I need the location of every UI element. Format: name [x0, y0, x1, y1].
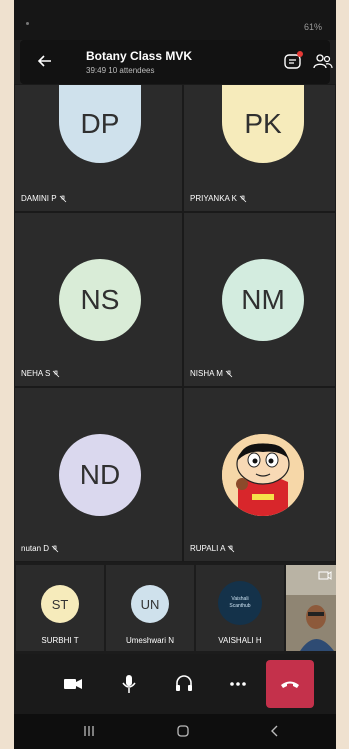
- microphone-icon[interactable]: [117, 672, 141, 696]
- participant-name: NISHA M: [190, 369, 233, 378]
- avatar: NS: [59, 259, 141, 341]
- participant-name-label: NISHA M: [190, 369, 223, 378]
- mic-off-icon: [225, 370, 233, 377]
- call-controls: [14, 654, 336, 714]
- home-icon[interactable]: [174, 722, 192, 740]
- phone-screen: 61% Botany Class MVK 39:49 10 attendees …: [14, 0, 336, 749]
- avatar-initials: NS: [80, 284, 120, 315]
- meeting-header: Botany Class MVK 39:49 10 attendees: [20, 40, 333, 84]
- mic-off-icon: [228, 545, 235, 552]
- mic-off-icon: [53, 370, 60, 377]
- mini-participant-tile[interactable]: ST SURBHI T: [16, 565, 104, 651]
- participant-grid: DP DAMINI P PK PRIYANKA K NS NEHA S NM N…: [14, 84, 336, 562]
- avatar-initials: ND: [79, 459, 121, 490]
- avatar: Vaishali Scanthub: [218, 581, 262, 625]
- avatar: UN: [131, 585, 169, 623]
- more-icon[interactable]: [226, 672, 250, 696]
- participant-name-label: SURBHI T: [41, 636, 79, 645]
- mic-off-icon: [59, 195, 66, 202]
- back-nav-icon[interactable]: [266, 722, 284, 740]
- meeting-title: Botany Class MVK: [86, 49, 193, 63]
- phone-hangup-icon: [281, 681, 299, 688]
- meeting-subtitle: 39:49 10 attendees: [86, 66, 155, 75]
- participant-name-label: RUPALI A: [190, 544, 226, 553]
- avatar-initials: ST: [51, 596, 69, 612]
- participant-name: PRIYANKA K: [190, 194, 247, 203]
- participant-tile[interactable]: PK PRIYANKA K: [183, 84, 336, 212]
- battery-level: 61%: [303, 22, 322, 32]
- participant-name-label: VAISHALI H: [218, 636, 262, 645]
- avatar: ND: [59, 434, 141, 516]
- participant-name: DAMINI P: [21, 194, 67, 203]
- participant-name-label: NEHA S: [21, 369, 51, 378]
- status-bar: 61%: [14, 0, 336, 40]
- status-dot: [26, 22, 29, 25]
- unread-indicator: [297, 51, 303, 57]
- avatar: NM: [222, 259, 304, 341]
- participant-name: NEHA S: [21, 369, 60, 378]
- mini-participant-tile[interactable]: UN Umeshwari N: [106, 565, 194, 651]
- participant-name: nutan D: [21, 544, 59, 553]
- participant-name-label: nutan D: [21, 544, 50, 553]
- people-icon[interactable]: [312, 51, 334, 73]
- self-video-preview[interactable]: [286, 565, 336, 651]
- participant-tile[interactable]: RUPALI A: [183, 387, 336, 562]
- recent-apps-icon[interactable]: [80, 722, 98, 740]
- participant-tile[interactable]: NS NEHA S: [14, 212, 183, 387]
- avatar-initials: UN: [140, 596, 160, 612]
- android-nav-bar: [14, 714, 336, 749]
- avatar: PK: [222, 85, 304, 163]
- participant-strip: ST SURBHI T UN Umeshwari N Vaishali Scan…: [14, 562, 336, 654]
- participant-tile[interactable]: NM NISHA M: [183, 212, 336, 387]
- avatar-logo-text: Vaishali Scanthub: [229, 596, 251, 609]
- avatar-initials: PK: [244, 108, 282, 139]
- headset-icon[interactable]: [172, 672, 196, 696]
- mic-off-icon: [51, 545, 59, 552]
- hang-up-button[interactable]: [266, 660, 314, 708]
- avatar-initials: DP: [80, 108, 120, 139]
- participant-name: RUPALI A: [190, 544, 235, 553]
- camera-icon[interactable]: [61, 672, 85, 696]
- avatar: DP: [59, 85, 141, 163]
- participant-tile[interactable]: ND nutan D: [14, 387, 183, 562]
- participant-name-label: DAMINI P: [21, 194, 57, 203]
- participant-name-label: PRIYANKA K: [190, 194, 237, 203]
- avatar: ST: [41, 585, 79, 623]
- participant-name-label: Umeshwari N: [125, 636, 174, 645]
- cartoon-avatar-picture: [222, 434, 304, 516]
- avatar-initials: NM: [241, 284, 285, 315]
- arrow-left-icon[interactable]: [34, 50, 56, 72]
- mic-off-icon: [239, 195, 247, 202]
- participant-tile[interactable]: DP DAMINI P: [14, 84, 183, 212]
- switch-camera-icon[interactable]: [318, 569, 332, 583]
- avatar: [222, 434, 304, 516]
- mini-participant-tile[interactable]: Vaishali Scanthub VAISHALI H: [196, 565, 284, 651]
